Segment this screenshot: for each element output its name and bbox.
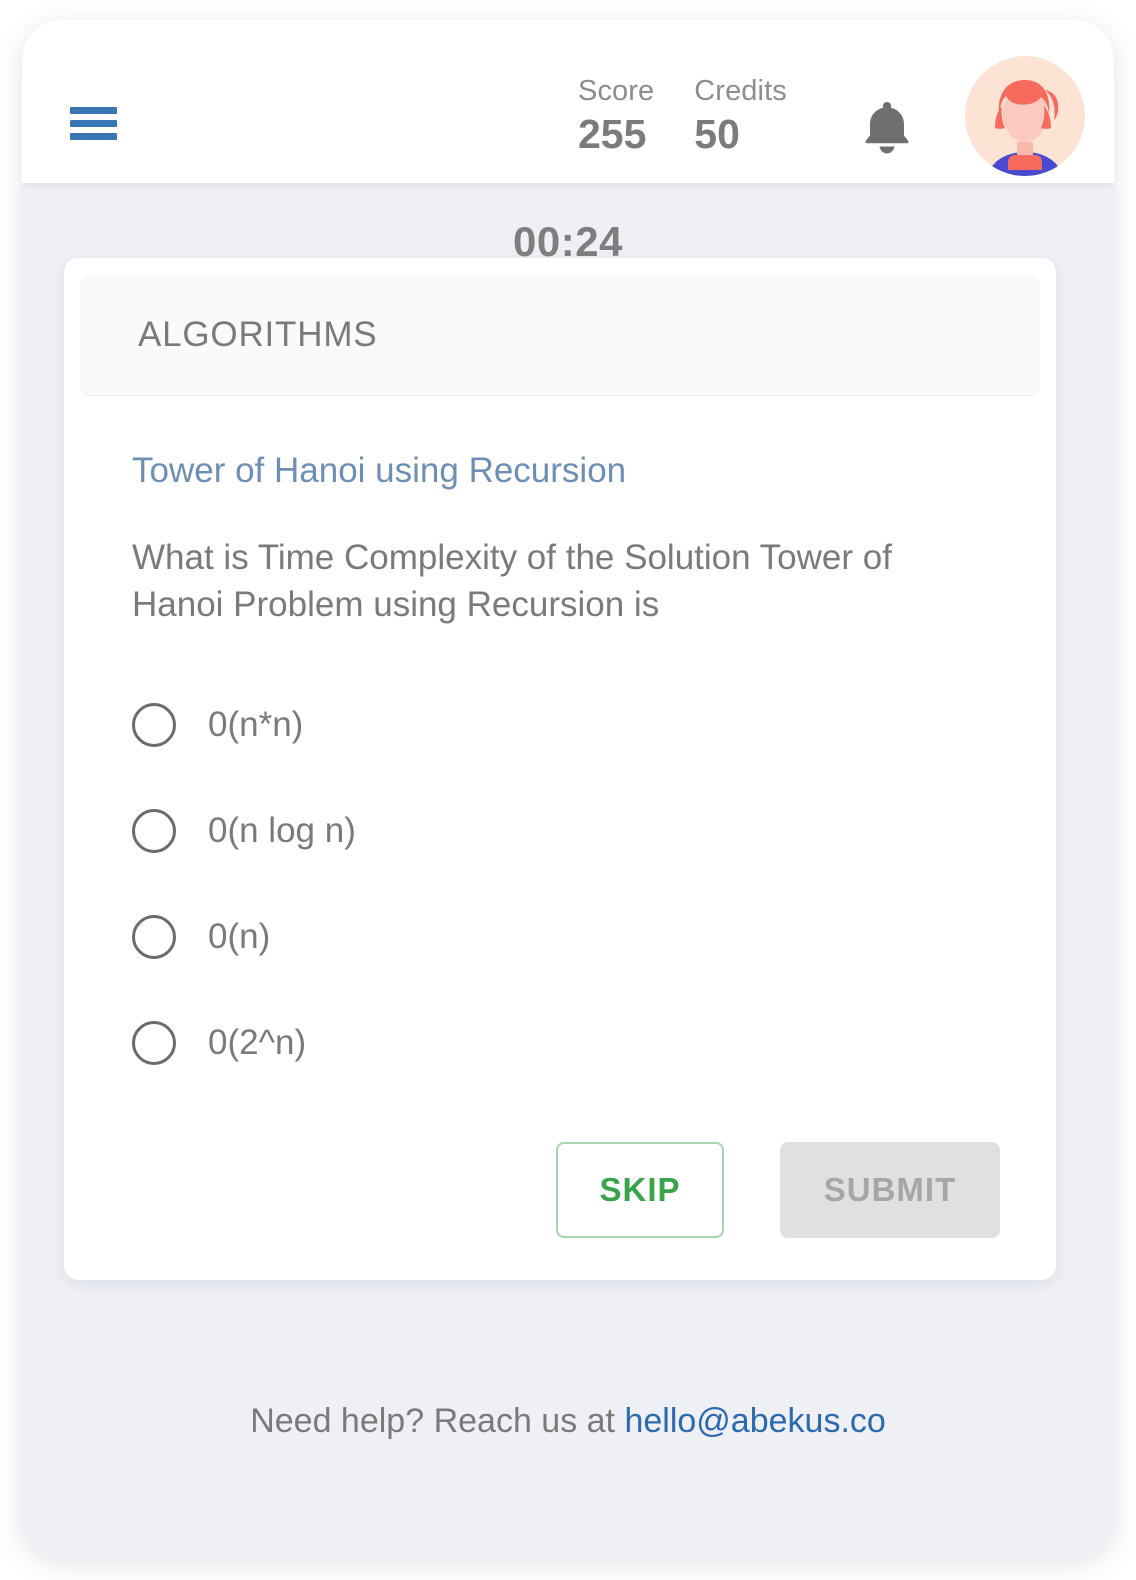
support-email-link[interactable]: hello@abekus.co bbox=[624, 1402, 885, 1440]
answer-option-label: 0(2^n) bbox=[208, 1023, 307, 1062]
score-label: Score bbox=[578, 75, 655, 107]
radio-button-icon[interactable] bbox=[132, 1021, 176, 1065]
submit-button[interactable]: SUBMIT bbox=[780, 1142, 1000, 1238]
question-text: What is Time Complexity of the Solution … bbox=[132, 538, 892, 624]
radio-button-icon[interactable] bbox=[132, 703, 176, 747]
footer-text: Need help? Reach us at bbox=[250, 1402, 625, 1440]
answer-option[interactable]: 0(n log n) bbox=[64, 778, 1056, 884]
hamburger-bar bbox=[70, 107, 117, 114]
score-stat: Score 255 bbox=[578, 74, 654, 159]
credits-value: 50 bbox=[694, 111, 740, 157]
question-card: ALGORITHMS Tower of Hanoi using Recursio… bbox=[64, 258, 1056, 1280]
answer-option-label: 0(n log n) bbox=[208, 811, 356, 850]
topic-banner: ALGORITHMS bbox=[80, 274, 1040, 396]
skip-button[interactable]: SKIP bbox=[556, 1142, 724, 1238]
card-actions: SKIP SUBMIT bbox=[64, 1142, 1056, 1238]
hamburger-bar bbox=[70, 133, 117, 140]
answer-option[interactable]: 0(n) bbox=[64, 884, 1056, 990]
topic-label: ALGORITHMS bbox=[138, 314, 378, 354]
question-title-link[interactable]: Tower of Hanoi using Recursion bbox=[132, 451, 1056, 491]
header-stats: Score 255 Credits 50 bbox=[578, 74, 787, 159]
app-shell: Score 255 Credits 50 00:24 ALGORITHMS To… bbox=[22, 20, 1114, 1558]
user-avatar[interactable] bbox=[965, 56, 1085, 176]
hamburger-bar bbox=[70, 120, 117, 127]
hamburger-menu-icon[interactable] bbox=[70, 107, 117, 140]
radio-button-icon[interactable] bbox=[132, 915, 176, 959]
credits-label: Credits bbox=[694, 75, 787, 107]
answer-option[interactable]: 0(n*n) bbox=[64, 672, 1056, 778]
bell-icon[interactable] bbox=[860, 98, 914, 156]
score-value: 255 bbox=[578, 111, 647, 157]
app-header: Score 255 Credits 50 bbox=[22, 20, 1114, 183]
answer-option-label: 0(n*n) bbox=[208, 705, 304, 744]
answer-option-label: 0(n) bbox=[208, 917, 271, 956]
radio-button-icon[interactable] bbox=[132, 809, 176, 853]
credits-stat: Credits 50 bbox=[694, 74, 787, 159]
answer-options-list: 0(n*n) 0(n log n) 0(n) 0(2^n) bbox=[64, 672, 1056, 1096]
answer-option[interactable]: 0(2^n) bbox=[64, 990, 1056, 1096]
footer-help: Need help? Reach us at hello@abekus.co bbox=[22, 1402, 1114, 1441]
